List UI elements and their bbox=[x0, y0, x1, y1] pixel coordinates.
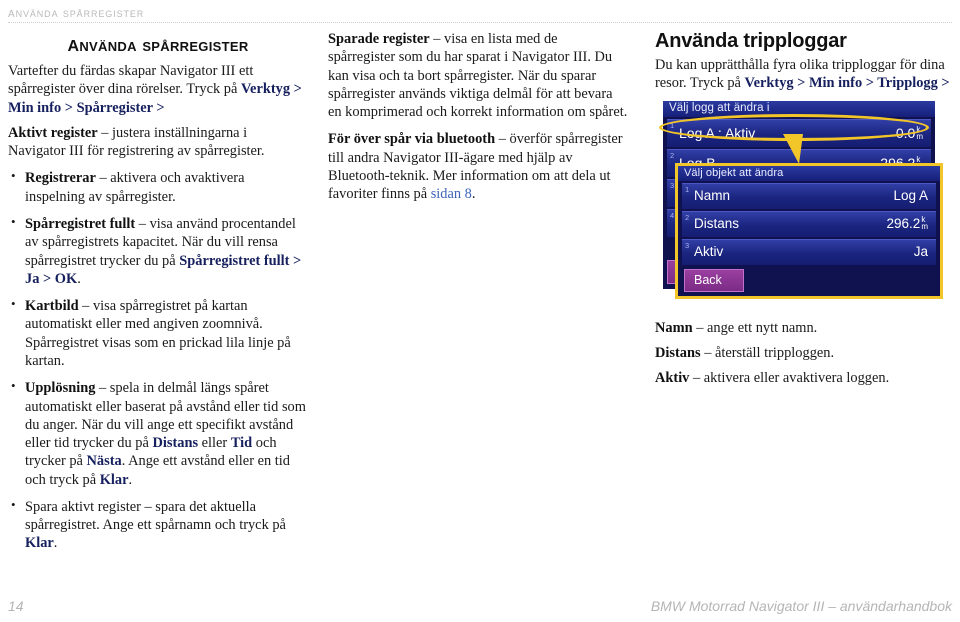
content-columns: Använda spårregister Vartefter du färdas… bbox=[0, 30, 960, 575]
page-title: Använda spårregister bbox=[67, 30, 249, 56]
intro-text: Vartefter du färdas skapar Navigator III… bbox=[8, 63, 254, 98]
gps-device-screenshot-figure: Välj logg att ändra i 1 Log A : Aktiv 0.… bbox=[655, 100, 943, 301]
footer-book-title: BMW Motorrad Navigator III – användarhan… bbox=[650, 598, 952, 614]
definition-text: – återställ tripploggen. bbox=[700, 344, 835, 361]
active-log-paragraph: Aktivt register – justera inställningarn… bbox=[8, 124, 308, 161]
row-value: Log A bbox=[893, 187, 928, 203]
row-value: Ja bbox=[913, 243, 928, 259]
bluetooth-transfer-paragraph: För över spår via bluetooth – överför sp… bbox=[328, 130, 628, 203]
trip-logs-heading: Använda tripploggar bbox=[655, 30, 847, 52]
row-index: 3 bbox=[670, 180, 675, 190]
bullet-nav-b: Ja > OK bbox=[25, 270, 78, 287]
bullet-nav-a: Distans bbox=[152, 435, 199, 452]
bullet-term: Upplösning bbox=[25, 380, 96, 397]
gps-inset-row-distans[interactable]: 2 Distans 296.2 k m bbox=[682, 210, 936, 237]
bluetooth-term: För över spår via bluetooth bbox=[328, 131, 496, 148]
definition-distans: Distans – återställ tripploggen. bbox=[655, 344, 952, 362]
trip-logs-intro: Du kan upprätthålla fyra olika tripplogg… bbox=[655, 56, 952, 93]
bullet-nav-a: Klar bbox=[25, 535, 54, 552]
row-label: Distans bbox=[694, 215, 740, 231]
saved-logs-term: Sparade register bbox=[328, 31, 430, 47]
back-button-label: Back bbox=[694, 272, 722, 287]
definition-namn: Namn – ange ett nytt namn. bbox=[655, 319, 952, 337]
bluetooth-text-tail: . bbox=[471, 186, 476, 203]
row-index: 2 bbox=[685, 212, 690, 222]
row-index: 3 bbox=[685, 240, 690, 250]
row-value-unit: km bbox=[921, 216, 928, 231]
column-one: Använda spårregister Vartefter du färdas… bbox=[8, 30, 308, 562]
definition-term: Aktiv bbox=[655, 370, 690, 387]
bullet-text-tail: . bbox=[77, 270, 81, 287]
intro-paragraph: Vartefter du färdas skapar Navigator III… bbox=[8, 62, 308, 117]
list-item: Registrerar – aktivera och avaktivera in… bbox=[8, 168, 308, 206]
bullet-nav-d: Klar bbox=[99, 471, 129, 488]
definition-term: Distans bbox=[655, 344, 701, 361]
bullet-term: Spårregistret fullt bbox=[25, 215, 136, 232]
definition-text: – aktivera eller avaktivera loggen. bbox=[689, 370, 890, 387]
active-log-term: Aktivt register bbox=[8, 124, 98, 141]
row-index: 2 bbox=[670, 150, 675, 160]
highlight-ellipse-callout bbox=[659, 113, 929, 141]
gps-inset-back-button[interactable]: Back bbox=[684, 268, 744, 292]
list-item: Upplösning – spela in delmål längs spåre… bbox=[8, 378, 308, 489]
list-item: Kartbild – visa spårregistret på kartan … bbox=[8, 296, 308, 370]
bullet-nav-sep: > bbox=[289, 252, 302, 269]
bullet-text-b: eller bbox=[198, 435, 231, 452]
trip-log-definitions: Namn – ange ett nytt namn. Distans – åte… bbox=[655, 319, 952, 388]
bullet-text-e: . bbox=[128, 471, 133, 488]
row-value: 296.2km bbox=[887, 216, 928, 231]
gps-inset-row-namn[interactable]: 1 Namn Log A bbox=[682, 182, 936, 209]
unit-bottom: m bbox=[921, 222, 928, 231]
row-label: Aktiv bbox=[694, 243, 724, 259]
header-divider bbox=[8, 22, 952, 24]
gps-inset-screen: Välj objekt att ändra 1 Namn Log A 2 Dis… bbox=[675, 162, 943, 299]
bullet-nav-c: Nästa bbox=[86, 453, 122, 470]
row-value-number: 296.2 bbox=[886, 215, 921, 231]
bullet-text-tail: . bbox=[53, 535, 58, 552]
column-three: Använda tripploggar Du kan upprätthålla … bbox=[655, 30, 952, 394]
row-index: 4 bbox=[670, 210, 675, 220]
unit-bottom: m bbox=[916, 131, 923, 141]
column-two: Sparade register – visa en lista med de … bbox=[328, 30, 628, 211]
saved-logs-paragraph: Sparade register – visa en lista med de … bbox=[328, 30, 628, 121]
footer-page-number: 14 bbox=[8, 598, 24, 614]
definition-text: – ange ett nytt namn. bbox=[692, 319, 818, 336]
gps-inset-row-aktiv[interactable]: 3 Aktiv Ja bbox=[682, 238, 936, 265]
bullet-term: Spara aktivt register bbox=[25, 498, 141, 515]
gps-inset-titlebar: Välj objekt att ändra bbox=[678, 165, 940, 181]
definition-aktiv: Aktiv – aktivera eller avaktivera loggen… bbox=[655, 369, 952, 387]
bullet-term: Registrerar bbox=[25, 170, 96, 187]
list-item: Spårregistret fullt – visa använd procen… bbox=[8, 214, 308, 288]
bullet-nav-a: Spårregistret fullt bbox=[179, 252, 290, 269]
row-index: 1 bbox=[685, 184, 690, 194]
list-item: Spara aktivt register – spara det aktuel… bbox=[8, 497, 308, 553]
settings-bullet-list: Registrerar – aktivera och avaktivera in… bbox=[8, 168, 308, 553]
bullet-term: Kartbild bbox=[25, 298, 79, 315]
running-header: Använda spårregister bbox=[8, 4, 145, 20]
trip-intro-nav-path: Verktyg > Min info > Tripplogg > bbox=[744, 75, 950, 92]
row-label: Namn bbox=[694, 187, 731, 203]
definition-term: Namn bbox=[655, 319, 693, 336]
page-8-crossref-link[interactable]: sidan 8 bbox=[431, 186, 472, 202]
bullet-nav-b: Tid bbox=[230, 435, 253, 452]
